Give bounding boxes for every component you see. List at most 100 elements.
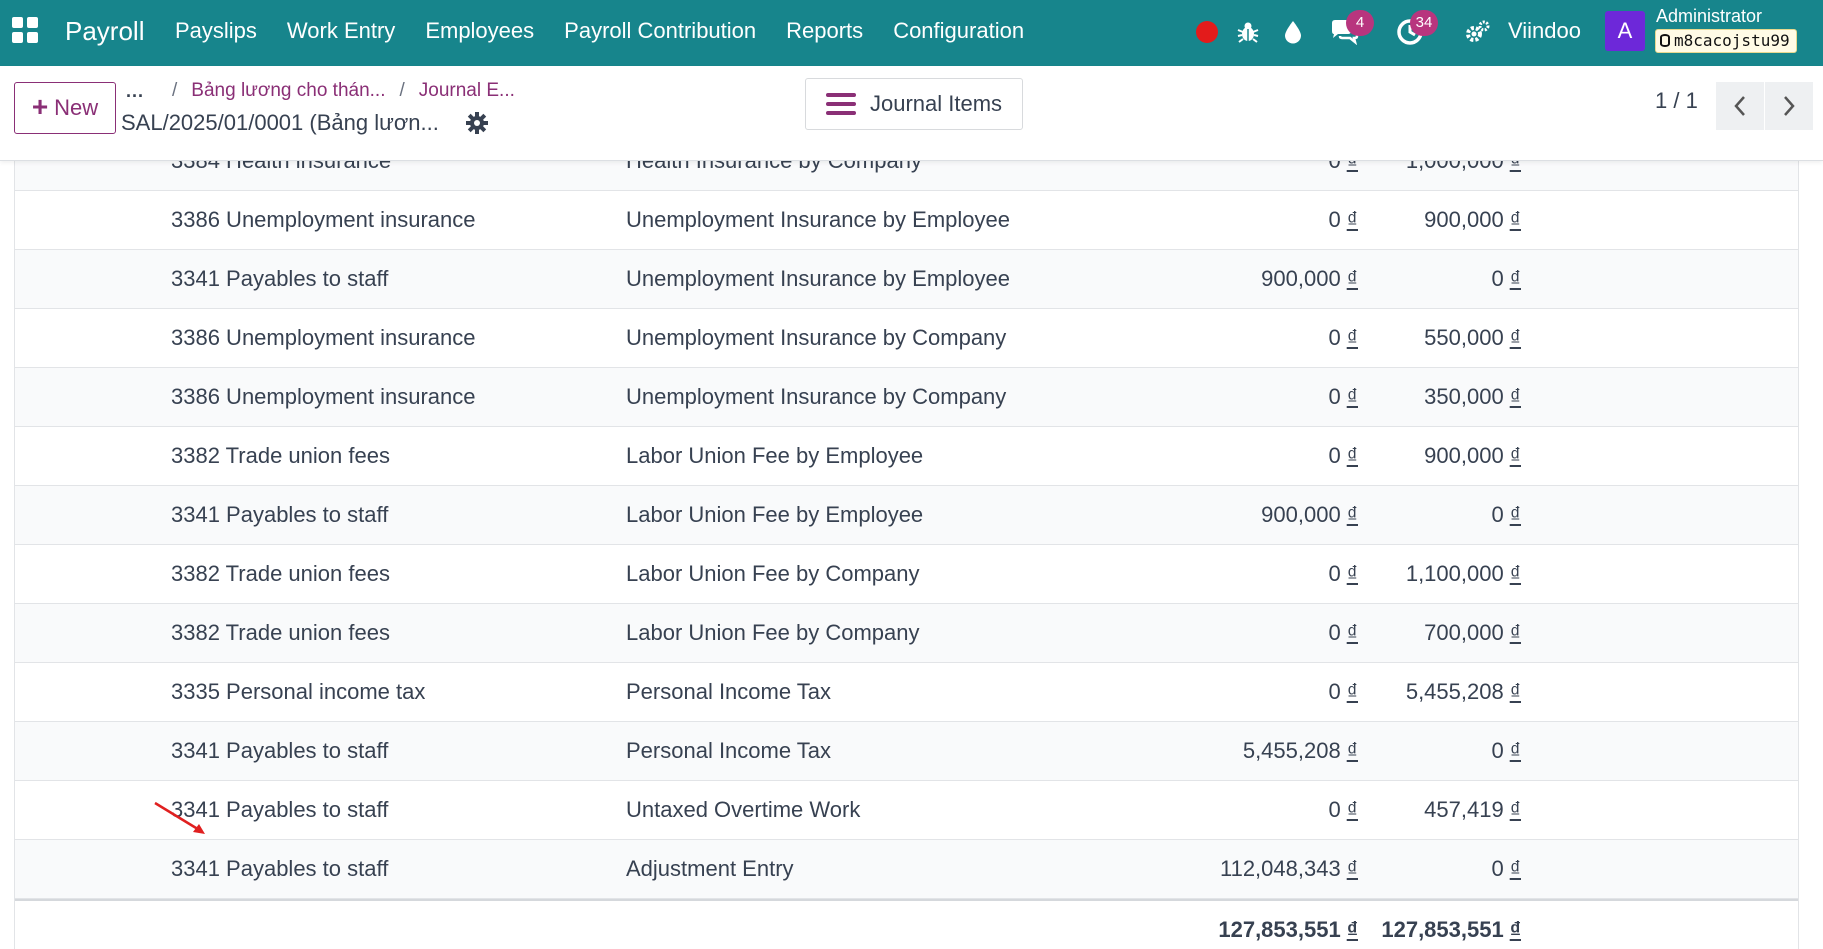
plus-icon: + (31, 90, 49, 122)
menu-item-reports[interactable]: Reports (771, 0, 878, 66)
table-row[interactable]: 3341 Payables to staff Personal Income Ta… (15, 722, 1798, 781)
account-cell: 3386 Unemployment insurance (171, 325, 476, 350)
account-cell: 3341 Payables to staff (171, 797, 389, 822)
table-row[interactable]: 3384 Health insurance Health Insurance by… (15, 161, 1798, 191)
debit-cell: 5,455,208 ₫ (1243, 722, 1358, 780)
table-row[interactable]: 3386 Unemployment insurance Unemployment … (15, 368, 1798, 427)
debit-cell: 0₫ (1328, 604, 1358, 662)
currency-symbol: ₫ (1346, 266, 1358, 291)
new-button-label: New (54, 95, 99, 120)
drop-icon[interactable] (1281, 18, 1305, 46)
record-title: SAL/2025/01/0001 (Bảng lươn... (121, 110, 439, 135)
activity-clock-icon[interactable]: 34 (1396, 10, 1438, 46)
menu-item-work-entry[interactable]: Work Entry (272, 0, 410, 66)
gear-icon[interactable] (466, 112, 490, 136)
currency-symbol: ₫ (1346, 502, 1358, 527)
account-cell: 3382 Trade union fees (171, 620, 390, 645)
breadcrumb-more-dots[interactable]: ... (126, 81, 144, 102)
table-row[interactable]: 3341 Payables to staff Untaxed Overtime W… (15, 781, 1798, 840)
label-cell: Personal Income Tax (626, 679, 832, 704)
credit-amount: 0 (1491, 738, 1504, 763)
table-row[interactable]: 3386 Unemployment insurance Unemployment … (15, 309, 1798, 368)
currency-symbol: ₫ (1346, 679, 1358, 704)
avatar[interactable]: A (1605, 11, 1645, 51)
debit-cell: 0₫ (1328, 663, 1358, 721)
table-row[interactable]: 3382 Trade union fees Labor Union Fee by … (15, 604, 1798, 663)
journal-items-label: Journal Items (869, 91, 1003, 116)
currency-symbol: ₫ (1509, 207, 1521, 232)
table-row[interactable]: 3341 Payables to staff Adjustment Entry 11… (15, 840, 1798, 899)
table-row[interactable]: 3386 Unemployment insurance Unemployment … (15, 191, 1798, 250)
user-name[interactable]: Administrator (1656, 6, 1762, 27)
credit-cell: 900,000 ₫ (1424, 427, 1521, 485)
credit-cell: 0 ₫ (1491, 722, 1521, 780)
label-cell: Unemployment Insurance by Employee (626, 266, 1010, 291)
credit-amount: 1,000,000 (1406, 161, 1504, 173)
database-name: m8cacojstu99 (1674, 31, 1790, 50)
apps-grid-icon[interactable] (12, 17, 38, 43)
credit-cell: 900,000 ₫ (1424, 191, 1521, 249)
pager-next-button[interactable] (1765, 82, 1813, 130)
debit-cell: 0₫ (1328, 427, 1358, 485)
menu-item-configuration[interactable]: Configuration (878, 0, 1039, 66)
currency-symbol: ₫ (1346, 856, 1358, 881)
account-cell: 3384 Health insurance (171, 161, 391, 190)
currency-symbol: ₫ (1346, 325, 1358, 350)
credit-cell: 700,000 ₫ (1424, 604, 1521, 662)
debit-cell: 0₫ (1328, 161, 1358, 190)
menu-item-employees[interactable]: Employees (410, 0, 549, 66)
credit-cell: 5,455,208 ₫ (1406, 663, 1521, 721)
journal-items-table: 3384 Health insurance Health Insurance by… (14, 161, 1799, 949)
main-menu: Payslips Work Entry Employees Payroll Co… (160, 0, 1039, 66)
record-dot-icon[interactable] (1196, 18, 1218, 46)
account-cell: 3382 Trade union fees (171, 443, 390, 468)
debit-cell: 0₫ (1328, 781, 1358, 839)
menu-item-payroll-contribution[interactable]: Payroll Contribution (549, 0, 771, 66)
credit-amount: 900,000 (1424, 207, 1504, 232)
settings-icon[interactable] (1464, 18, 1492, 46)
chevron-right-icon (1784, 96, 1795, 116)
debit-amount: 0 (1328, 620, 1341, 645)
currency-symbol: ₫ (1346, 384, 1358, 409)
credit-cell: 0 ₫ (1491, 840, 1521, 898)
bug-icon[interactable] (1234, 18, 1262, 46)
table-row[interactable]: 3341 Payables to staff Unemployment Insur… (15, 250, 1798, 309)
credit-amount: 900,000 (1424, 443, 1504, 468)
debit-cell: 0₫ (1328, 368, 1358, 426)
label-cell: Labor Union Fee by Company (626, 620, 920, 645)
label-cell: Untaxed Overtime Work (626, 797, 861, 822)
currency-symbol: ₫ (1346, 561, 1358, 586)
table-row[interactable]: 3341 Payables to staff Labor Union Fee by… (15, 486, 1798, 545)
account-cell: 3341 Payables to staff (171, 856, 389, 881)
table-row[interactable]: 3382 Trade union fees Labor Union Fee by … (15, 427, 1798, 486)
label-cell: Unemployment Insurance by Company (626, 325, 1007, 350)
breadcrumb: ... / Bảng lương cho thán... / Journal E… (126, 76, 515, 106)
app-title[interactable]: Payroll (65, 0, 144, 66)
table-row[interactable]: 3335 Personal income tax Personal Income … (15, 663, 1798, 722)
total-credit-cell: 127,853,551 ₫ (1381, 901, 1521, 949)
credit-amount: 700,000 (1424, 620, 1504, 645)
credit-amount: 0 (1491, 856, 1504, 881)
credit-amount: 457,419 (1424, 797, 1504, 822)
debit-amount: 900,000 (1261, 266, 1341, 291)
breadcrumb-journal-entry[interactable]: Journal E... (419, 80, 515, 102)
account-cell: 3341 Payables to staff (171, 738, 389, 763)
menu-item-payslips[interactable]: Payslips (160, 0, 272, 66)
pager-previous-button[interactable] (1716, 82, 1764, 130)
table-body: 3384 Health insurance Health Insurance by… (15, 161, 1798, 949)
journal-items-button[interactable]: Journal Items (805, 78, 1023, 130)
debit-cell: 0₫ (1328, 545, 1358, 603)
pager-value[interactable]: 1 / 1 (1655, 88, 1698, 114)
currency-symbol: ₫ (1509, 917, 1521, 942)
chat-icon[interactable]: 4 (1328, 10, 1374, 46)
currency-symbol: ₫ (1509, 502, 1521, 527)
breadcrumb-separator: / (172, 80, 178, 101)
breadcrumb-payroll-batch[interactable]: Bảng lương cho thán... (191, 80, 385, 102)
currency-symbol: ₫ (1346, 207, 1358, 232)
table-row[interactable]: 3382 Trade union fees Labor Union Fee by … (15, 545, 1798, 604)
credit-cell: 0 ₫ (1491, 486, 1521, 544)
company-switcher[interactable]: Viindoo (1508, 0, 1581, 66)
debit-amount: 0 (1328, 384, 1341, 409)
breadcrumb-separator: / (399, 80, 405, 101)
new-button[interactable]: + New (14, 82, 116, 134)
